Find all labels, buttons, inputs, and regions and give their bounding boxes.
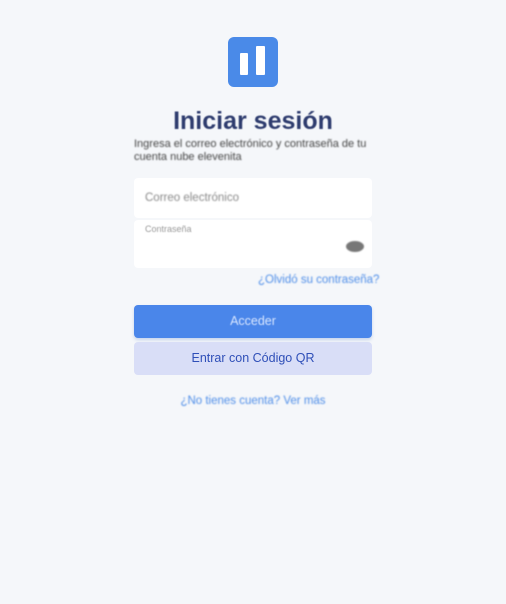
- forgot-password-link[interactable]: ¿Olvidó su contraseña?: [258, 274, 379, 286]
- app-logo-icon: [228, 37, 278, 87]
- logo-bar-right: [256, 46, 265, 75]
- email-placeholder: Correo electrónico: [145, 192, 239, 204]
- login-button[interactable]: Acceder: [134, 305, 372, 338]
- eye-icon[interactable]: [346, 241, 364, 252]
- email-field[interactable]: Correo electrónico: [134, 178, 372, 218]
- login-button-label: Acceder: [230, 314, 276, 328]
- password-field[interactable]: Contraseña: [134, 220, 372, 268]
- password-label: Contraseña: [145, 224, 192, 234]
- signup-link[interactable]: ¿No tienes cuenta? Ver más: [0, 395, 506, 407]
- qr-login-button-label: Entrar con Código QR: [191, 351, 315, 365]
- page-title: Iniciar sesión: [173, 107, 333, 135]
- qr-login-button[interactable]: Entrar con Código QR: [134, 342, 372, 375]
- page-subtitle: Ingresa el correo electrónico y contrase…: [134, 138, 367, 163]
- password-input[interactable]: [144, 240, 338, 262]
- logo-bar-left: [240, 53, 248, 75]
